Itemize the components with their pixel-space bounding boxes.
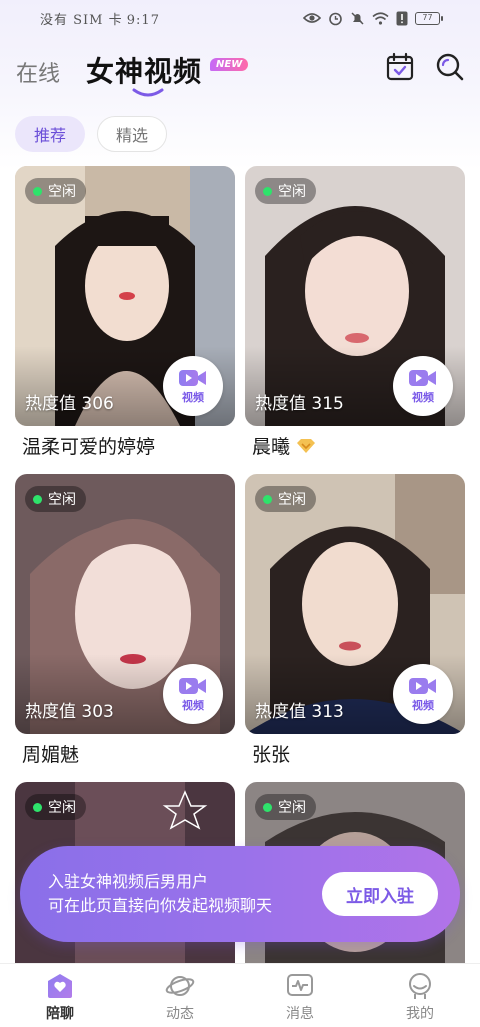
- status-pill: 空闲: [25, 794, 86, 820]
- status-text: 空闲: [48, 800, 76, 816]
- calendar-button[interactable]: [385, 52, 415, 82]
- online-dot-icon: [33, 494, 42, 504]
- nav-chat[interactable]: 陪聊: [0, 964, 120, 1027]
- heat-value: 热度值 315: [255, 394, 344, 414]
- host-name-text: 晨曦: [252, 436, 291, 458]
- nav-mine-label: 我的: [406, 1006, 434, 1022]
- eye-icon: [303, 13, 321, 23]
- host-name-text: 周媚魅: [22, 744, 80, 766]
- join-now-button[interactable]: 立即入驻: [322, 872, 438, 916]
- search-icon: [436, 53, 464, 81]
- nav-chat-label: 陪聊: [46, 1006, 74, 1022]
- video-label: 视频: [412, 698, 434, 712]
- host-card[interactable]: 空闲 热度值 303 视频: [15, 474, 235, 734]
- video-camera-icon: [179, 369, 206, 386]
- chat-heart-icon: [48, 974, 72, 998]
- host-name[interactable]: 周媚魅: [22, 740, 79, 767]
- banner-text: 入驻女神视频后男用户 可在此页直接向你发起视频聊天: [48, 870, 272, 918]
- new-badge: NEW: [210, 58, 249, 71]
- calendar-check-icon: [386, 52, 414, 81]
- status-pill: 空闲: [255, 794, 316, 820]
- host-name[interactable]: 张张: [252, 740, 290, 767]
- video-call-button[interactable]: 视频: [393, 664, 453, 724]
- active-tab-indicator: [132, 88, 164, 97]
- host-card[interactable]: 空闲 热度值 313 视频: [245, 474, 465, 734]
- nav-moments-label: 动态: [166, 1006, 194, 1022]
- status-text: 空闲: [278, 800, 306, 816]
- online-dot-icon: [263, 494, 272, 504]
- status-icons: 77: [303, 11, 443, 26]
- online-dot-icon: [263, 802, 272, 812]
- video-call-button[interactable]: 视频: [393, 356, 453, 416]
- nav-mine[interactable]: 我的: [360, 964, 480, 1027]
- host-card[interactable]: 空闲 热度值 306 视频: [15, 166, 235, 426]
- nav-moments[interactable]: 动态: [120, 964, 240, 1027]
- video-camera-icon: [409, 677, 436, 694]
- status-pill: 空闲: [255, 486, 316, 512]
- banner-line-1: 入驻女神视频后男用户: [48, 872, 209, 891]
- banner-line-2: 可在此页直接向你发起视频聊天: [48, 896, 273, 915]
- alarm-icon: [329, 12, 342, 25]
- status-text: 空闲: [48, 492, 76, 508]
- gold-heart-badge-icon: [297, 438, 316, 453]
- battery-icon: 77: [415, 11, 443, 25]
- join-banner: 入驻女神视频后男用户 可在此页直接向你发起视频聊天 立即入驻: [20, 846, 460, 942]
- status-text: 空闲: [278, 492, 306, 508]
- heat-value: 热度值 306: [25, 394, 114, 414]
- heat-value: 热度值 313: [255, 702, 344, 722]
- alert-icon: [396, 11, 408, 25]
- bottom-nav: 陪聊 动态 消息 我的: [0, 963, 480, 1027]
- status-pill: 空闲: [25, 486, 86, 512]
- host-name[interactable]: 晨曦: [252, 432, 316, 459]
- video-camera-icon: [179, 677, 206, 694]
- heat-value: 热度值 303: [25, 702, 114, 722]
- mute-icon: [351, 11, 364, 25]
- video-call-button[interactable]: 视频: [163, 356, 223, 416]
- status-text: 空闲: [278, 184, 306, 200]
- nav-messages-label: 消息: [286, 1006, 314, 1022]
- planet-icon: [165, 976, 195, 996]
- filter-featured[interactable]: 精选: [97, 116, 167, 152]
- status-bar: 没有 SIM 卡 9:17 77: [0, 0, 480, 36]
- host-card[interactable]: 空闲 热度值 315 视频: [245, 166, 465, 426]
- user-face-icon: [409, 973, 431, 999]
- wifi-icon: [372, 11, 389, 25]
- status-text: 空闲: [48, 184, 76, 200]
- online-dot-icon: [33, 802, 42, 812]
- video-label: 视频: [182, 698, 204, 712]
- clock: 9:17: [126, 12, 160, 28]
- host-name[interactable]: 温柔可爱的婷婷: [22, 432, 155, 459]
- tab-online[interactable]: 在线: [16, 56, 60, 88]
- search-button[interactable]: [435, 52, 465, 82]
- video-camera-icon: [409, 369, 436, 386]
- carrier-label: 没有 SIM 卡: [40, 12, 123, 28]
- status-pill: 空闲: [255, 178, 316, 204]
- video-label: 视频: [182, 390, 204, 404]
- host-name-text: 张张: [252, 744, 291, 766]
- status-pill: 空闲: [25, 178, 86, 204]
- online-dot-icon: [263, 186, 272, 196]
- host-name-text: 温柔可爱的婷婷: [22, 436, 156, 458]
- filter-recommend[interactable]: 推荐: [15, 116, 85, 152]
- online-dot-icon: [33, 186, 42, 196]
- nav-messages[interactable]: 消息: [240, 964, 360, 1027]
- tab-goddess-video[interactable]: 女神视频: [86, 50, 202, 90]
- video-label: 视频: [412, 390, 434, 404]
- carrier-time: 没有 SIM 卡 9:17: [40, 9, 160, 28]
- header: 在线 女神视频 NEW: [0, 44, 480, 104]
- video-call-button[interactable]: 视频: [163, 664, 223, 724]
- message-icon: [287, 974, 313, 996]
